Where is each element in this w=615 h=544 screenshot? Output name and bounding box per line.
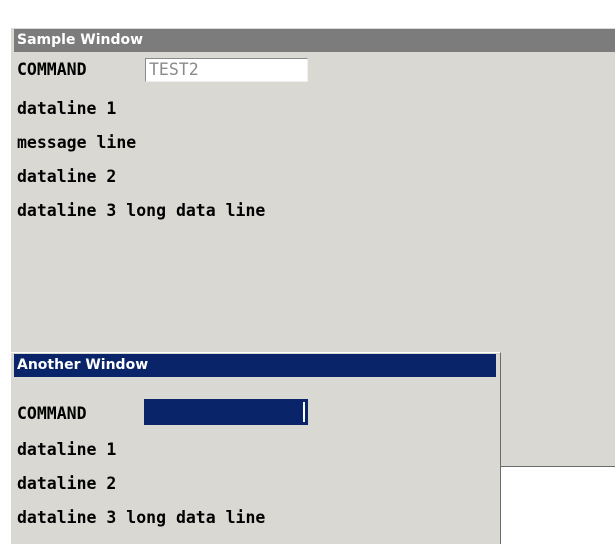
sample-command-input[interactable]: TEST2	[145, 58, 308, 82]
another-dataline-1: dataline 1	[17, 440, 117, 459]
sample-command-label: COMMAND	[17, 60, 87, 79]
sample-window-title: Sample Window	[17, 32, 144, 48]
another-dataline-2: dataline 2	[17, 474, 117, 493]
another-window-titlebar[interactable]: Another Window	[14, 354, 496, 377]
text-cursor-icon	[303, 402, 305, 422]
another-window-title: Another Window	[17, 357, 149, 373]
sample-message-line: message line	[17, 133, 137, 152]
sample-dataline-1: dataline 1	[17, 99, 117, 118]
another-window[interactable]: Another Window COMMAND dataline 1 datali…	[10, 352, 501, 544]
another-dataline-3: dataline 3 long data line	[17, 508, 266, 527]
another-command-input[interactable]	[144, 399, 308, 425]
another-command-label: COMMAND	[17, 404, 87, 423]
sample-dataline-3: dataline 3 long data line	[17, 201, 266, 220]
sample-dataline-2: dataline 2	[17, 167, 117, 186]
sample-window-titlebar[interactable]: Sample Window	[14, 29, 615, 52]
